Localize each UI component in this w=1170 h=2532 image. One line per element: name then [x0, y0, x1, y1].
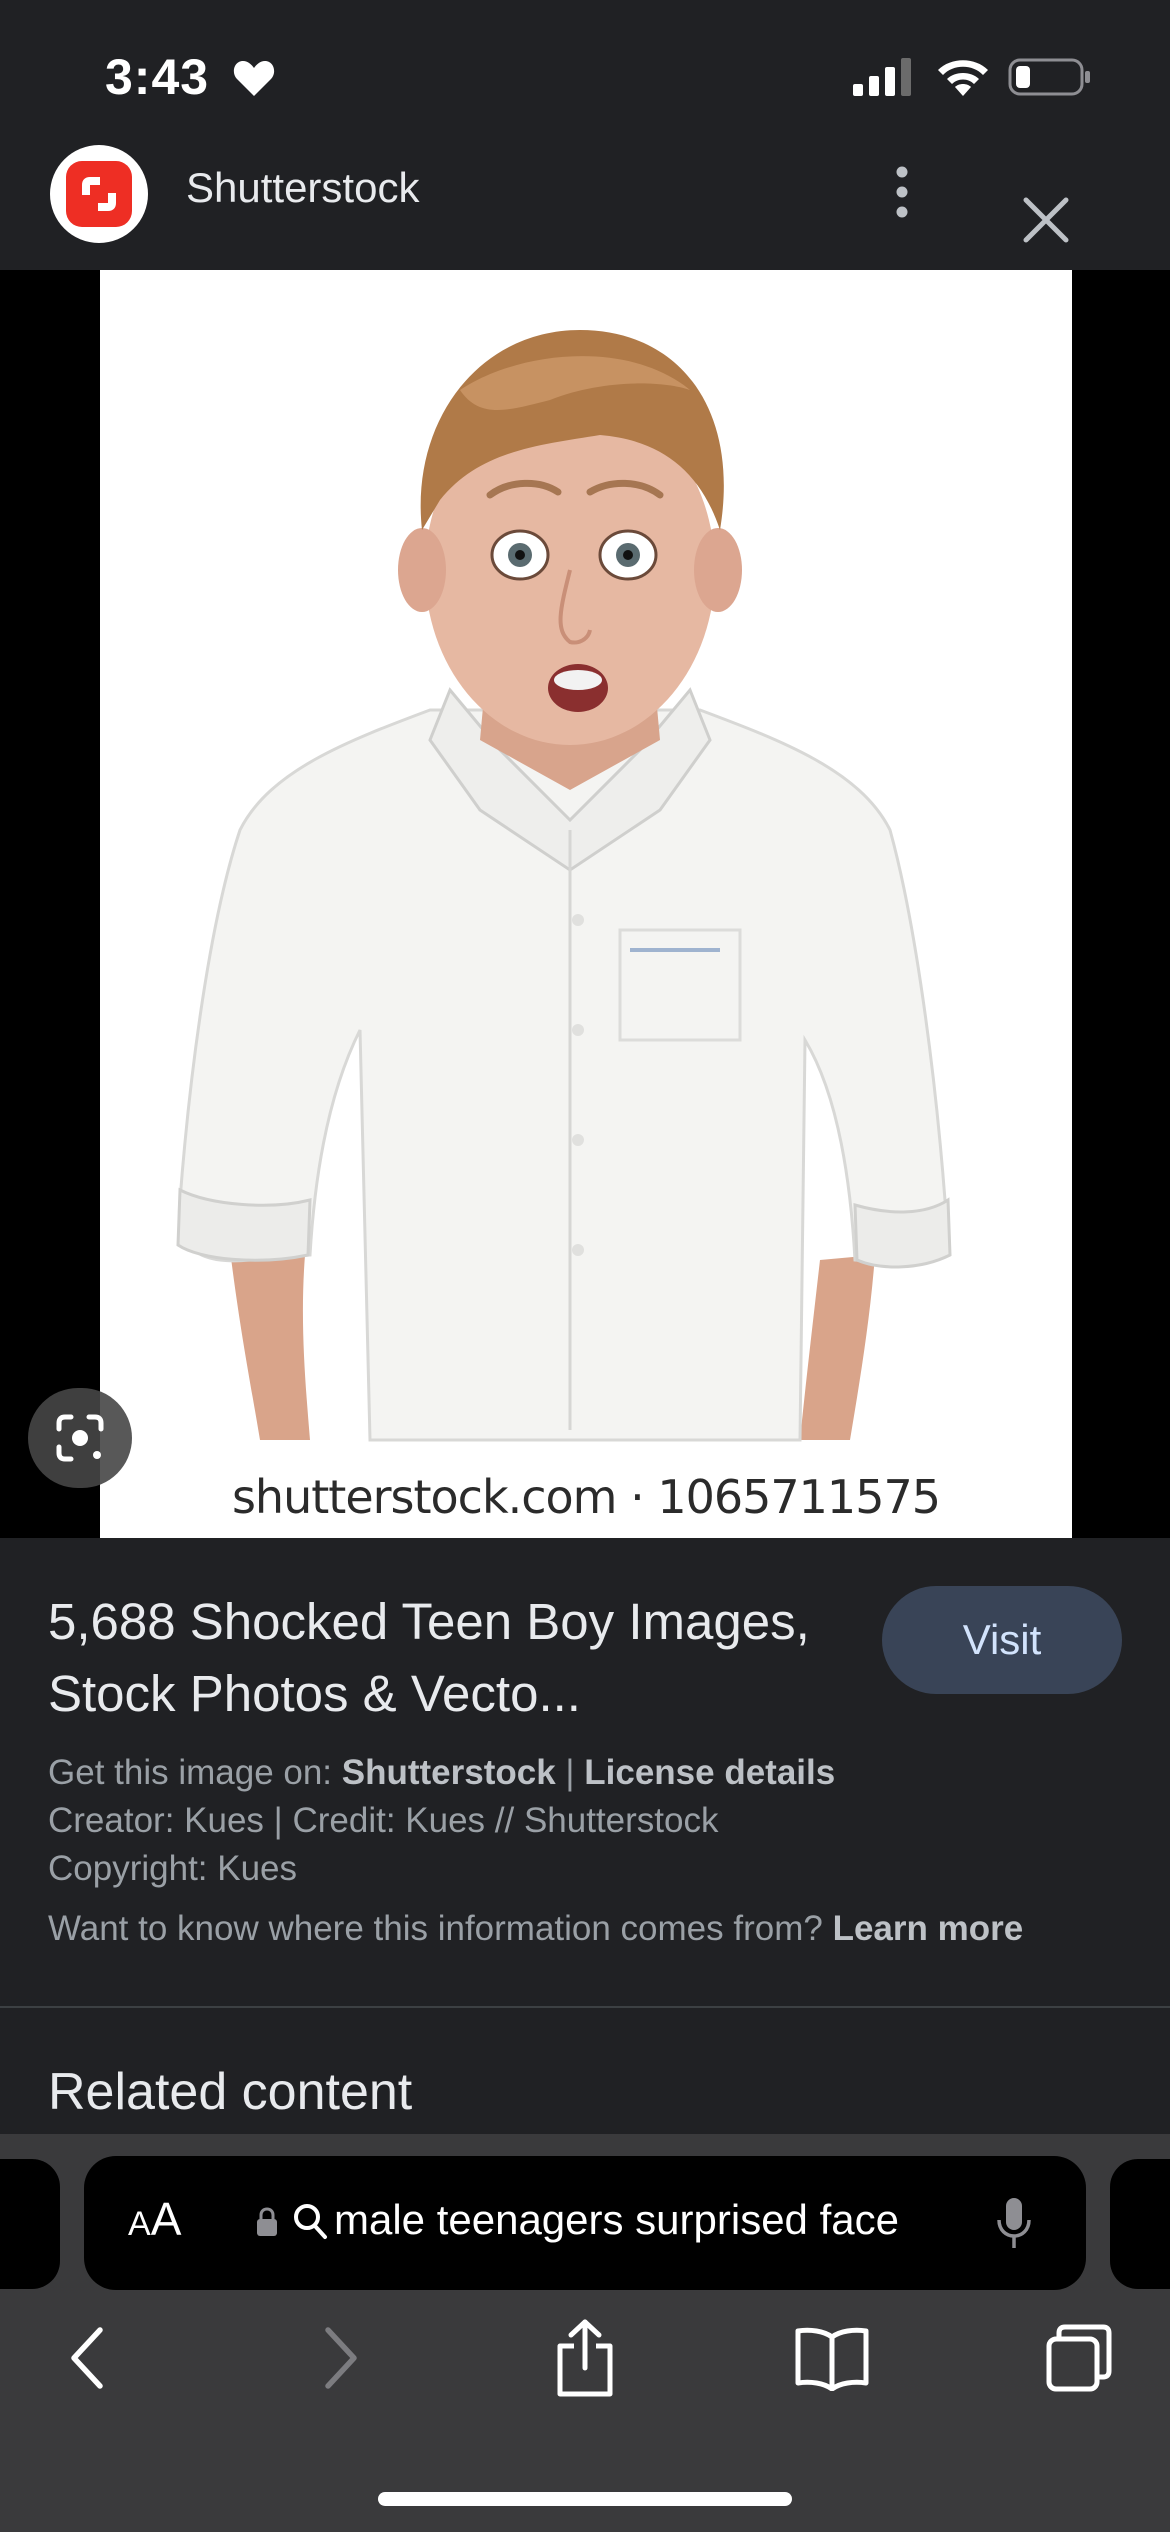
related-content-heading: Related content: [48, 2063, 413, 2121]
image-preview: shutterstock.com · 1065711575: [0, 270, 1170, 1538]
more-vert-icon[interactable]: [880, 160, 924, 230]
google-lens-button[interactable]: [28, 1388, 132, 1488]
microphone-icon[interactable]: [996, 2196, 1032, 2252]
aa-small: A: [128, 2205, 151, 2243]
info-prompt: Want to know where this information come…: [48, 1909, 833, 1948]
watermark-text: shutterstock.com · 1065711575: [231, 1470, 941, 1524]
preview-photo[interactable]: shutterstock.com · 1065711575: [100, 270, 1072, 1538]
info-source-line: Want to know where this information come…: [48, 1909, 1023, 1949]
divider: [0, 2006, 1170, 2008]
forward-button[interactable]: [300, 2318, 380, 2398]
shutterstock-logo-icon: [82, 177, 116, 211]
lock-icon: [257, 2207, 277, 2236]
tabs-button[interactable]: [1040, 2318, 1120, 2398]
site-name[interactable]: Shutterstock: [186, 164, 419, 212]
bookmarks-icon: [795, 2327, 869, 2391]
status-bar: 3:43: [0, 0, 1170, 140]
share-icon: [557, 2319, 613, 2397]
close-icon[interactable]: [1018, 192, 1074, 248]
visit-button[interactable]: Visit: [882, 1586, 1122, 1694]
share-button[interactable]: [545, 2318, 625, 2398]
source-prefix: Get this image on:: [48, 1753, 342, 1792]
address-bar[interactable]: AA male teenagers surprised face: [84, 2156, 1086, 2290]
back-icon: [71, 2327, 103, 2389]
search-icon: [294, 2204, 327, 2239]
shutterstock-logo[interactable]: [50, 145, 148, 243]
bookmarks-button[interactable]: [792, 2318, 872, 2398]
battery-icon: [1008, 58, 1090, 96]
cellular-signal-icon: [853, 58, 911, 96]
source-line: Get this image on: Shutterstock | Licens…: [48, 1753, 835, 1793]
next-tab-peek[interactable]: [1110, 2159, 1170, 2289]
browser-toolbar: AA male teenagers surprised face: [0, 2134, 1170, 2532]
source-separator: |: [555, 1753, 585, 1792]
boy-photo-illustration: [176, 330, 952, 1442]
google-lens-icon: [56, 1414, 104, 1462]
back-button[interactable]: [48, 2318, 128, 2398]
source-link[interactable]: Shutterstock: [342, 1753, 556, 1792]
previous-tab-peek[interactable]: [0, 2159, 60, 2289]
url-text[interactable]: male teenagers surprised face: [334, 2196, 899, 2244]
logo-mark: [66, 161, 132, 227]
license-details-link[interactable]: License details: [584, 1753, 835, 1792]
status-time: 3:43: [105, 49, 210, 105]
wifi-icon: [938, 60, 988, 96]
result-header: Shutterstock: [0, 140, 1170, 270]
tabs-icon: [1046, 2324, 1112, 2392]
home-indicator[interactable]: [378, 2492, 792, 2506]
learn-more-link[interactable]: Learn more: [833, 1909, 1024, 1948]
result-title[interactable]: 5,688 Shocked Teen Boy Images, Stock Pho…: [48, 1586, 868, 1730]
forward-icon: [325, 2327, 357, 2389]
heart-icon: [233, 61, 275, 96]
aa-large: A: [150, 2193, 182, 2245]
reader-aa-button[interactable]: AA: [128, 2192, 181, 2246]
result-info: 5,688 Shocked Teen Boy Images, Stock Pho…: [0, 1538, 1170, 2008]
copyright-line: Copyright: Kues: [48, 1849, 298, 1888]
creator-line: Creator: Kues | Credit: Kues // Shutters…: [48, 1801, 719, 1840]
